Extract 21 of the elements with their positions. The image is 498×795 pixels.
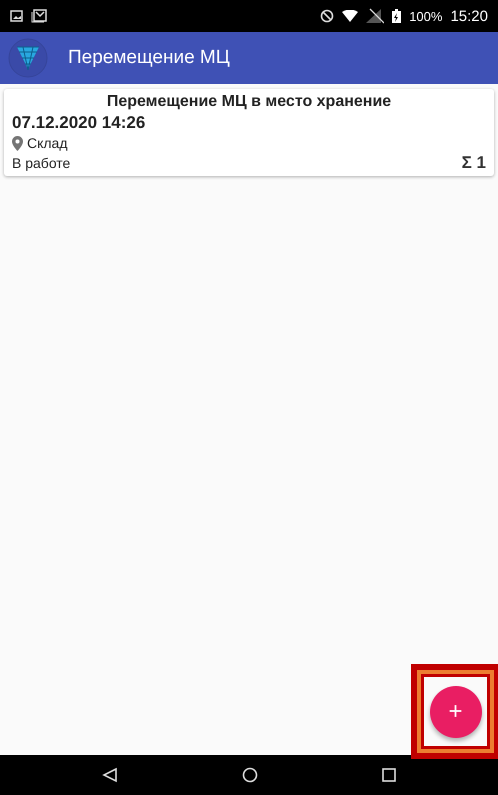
do-not-disturb-icon	[320, 9, 334, 23]
image-icon	[10, 10, 23, 22]
back-icon[interactable]	[102, 767, 118, 783]
location-pin-icon	[12, 136, 23, 150]
mail-icon	[31, 9, 47, 23]
battery-level: 100%	[409, 8, 442, 24]
clock: 15:20	[450, 8, 488, 24]
app-logo-icon	[8, 38, 48, 78]
document-card[interactable]: Перемещение МЦ в место хранение 07.12.2020 14:26 Склад В работе Σ 1	[4, 89, 494, 176]
signal-icon	[366, 8, 384, 24]
recents-icon[interactable]	[382, 768, 396, 782]
item-count: Σ 1	[462, 153, 486, 173]
document-status: В работе	[12, 155, 70, 171]
battery-icon	[392, 9, 402, 23]
document-location: Склад	[27, 135, 68, 151]
wifi-icon	[342, 10, 358, 22]
document-date: 07.12.2020 14:26	[12, 113, 146, 133]
document-title: Перемещение МЦ в место хранение	[106, 93, 392, 111]
app-title: Перемещение МЦ	[68, 47, 230, 69]
home-icon[interactable]	[242, 767, 258, 783]
add-button[interactable]: +	[430, 686, 482, 738]
